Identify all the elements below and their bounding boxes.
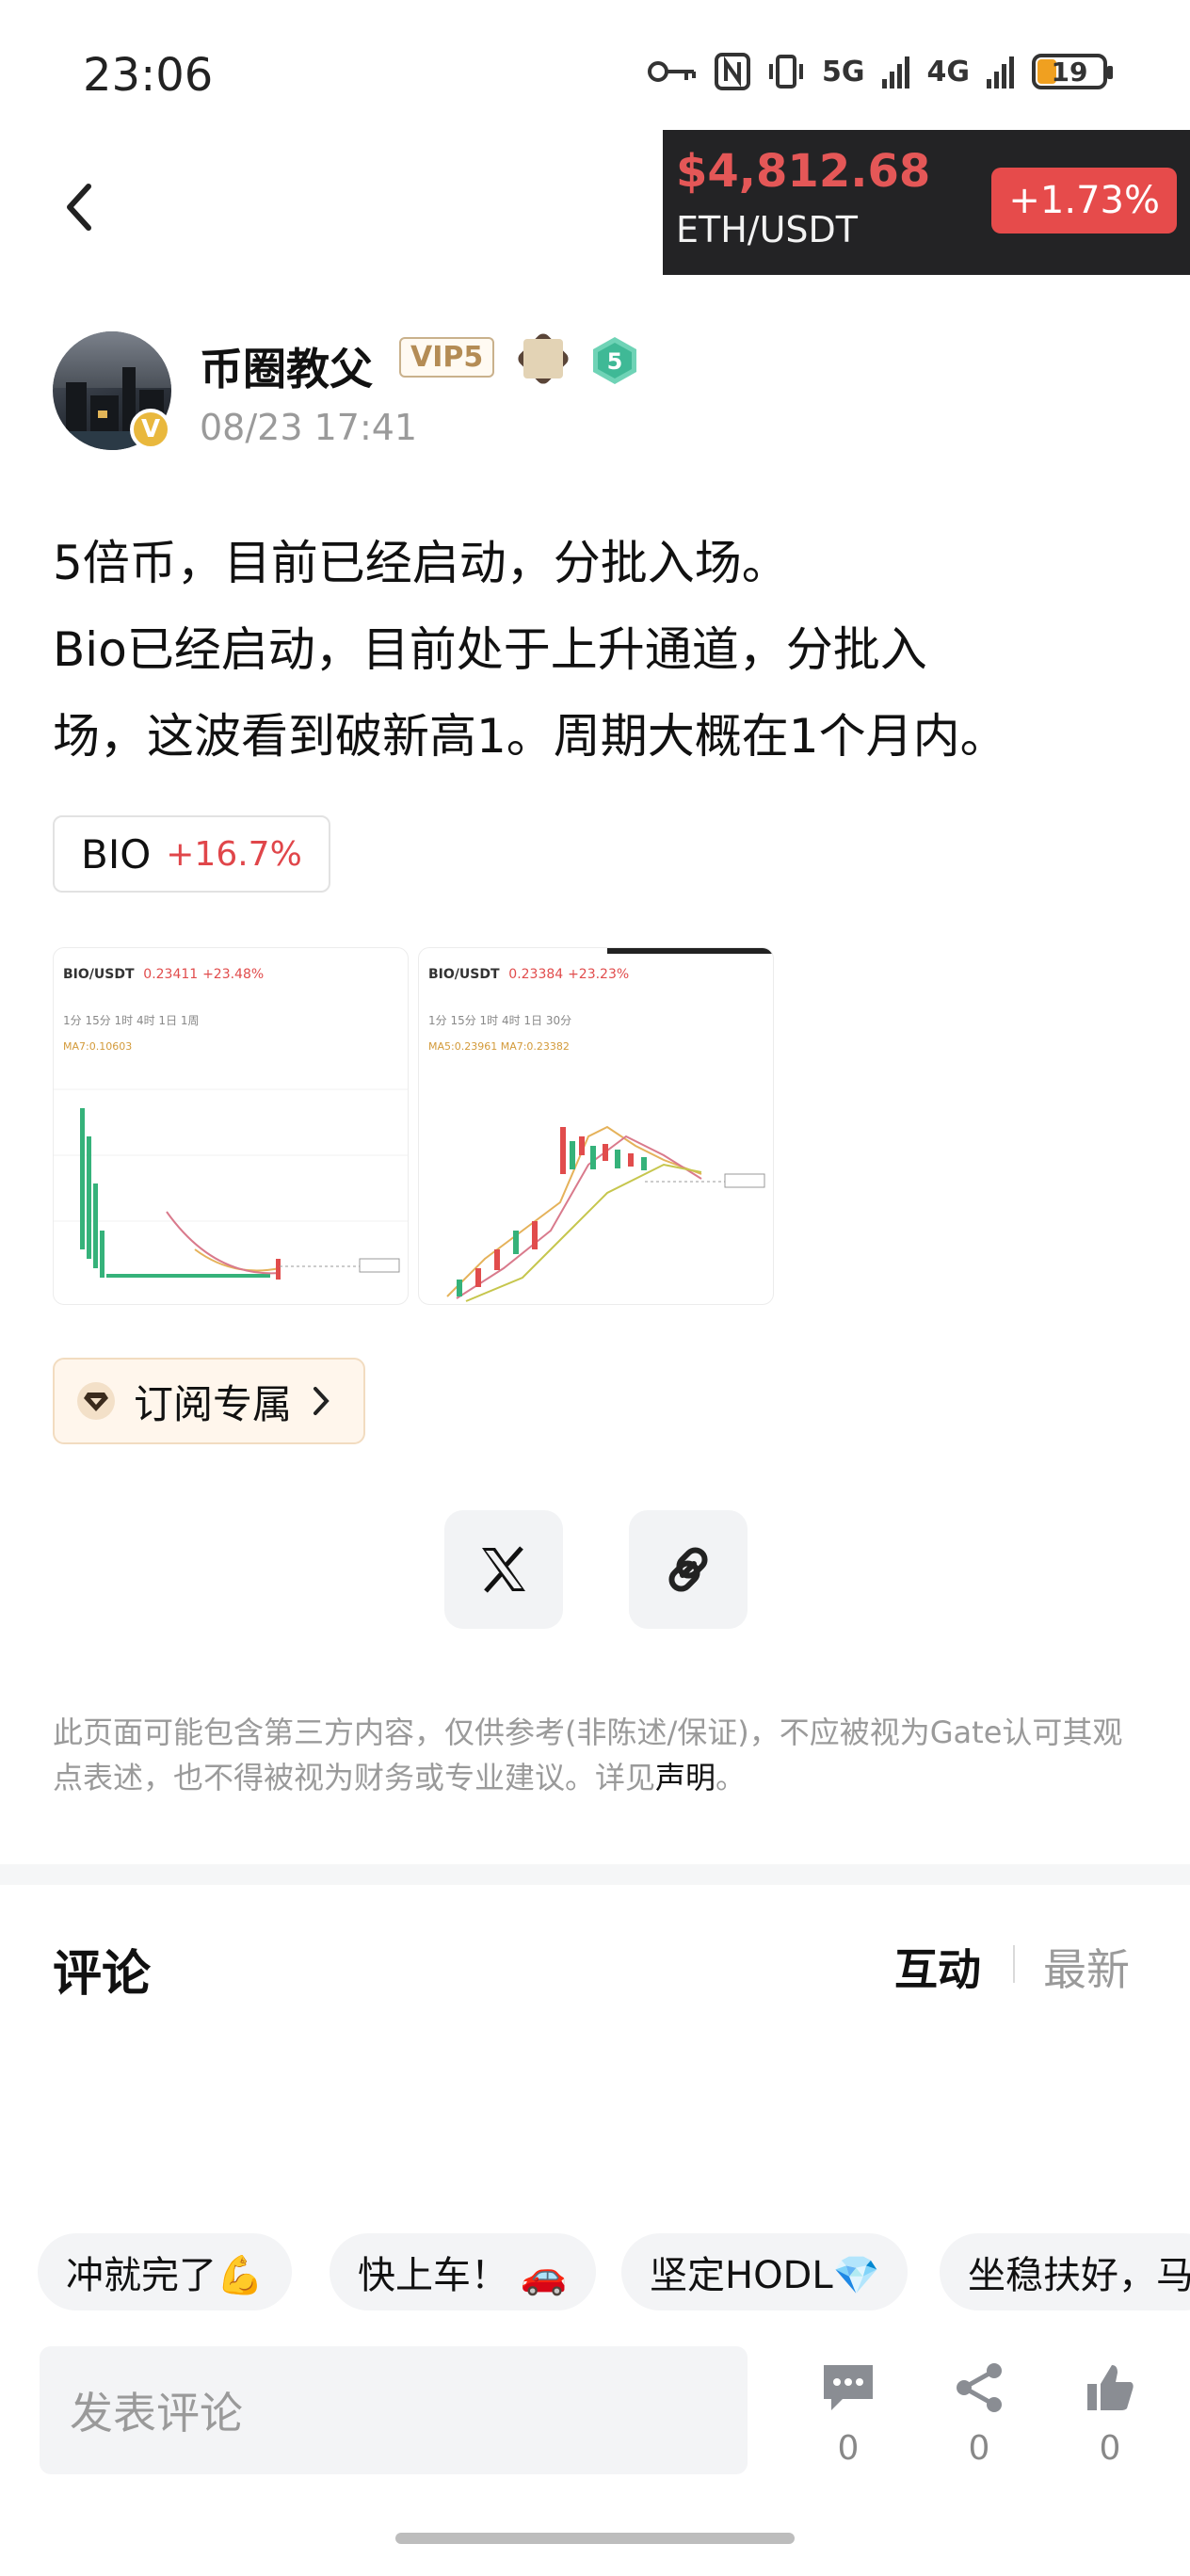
comment-action[interactable]: 0 [806,2361,891,2468]
battery-level: 19 [1051,56,1088,88]
key-icon [648,61,696,82]
thumbs-up-icon [1087,2365,1134,2410]
tab-interactive[interactable]: 互动 [894,1936,981,1998]
diamond-icon [77,1382,115,1420]
copy-link-button[interactable] [629,1510,748,1629]
level-number: 5 [607,348,623,375]
share-action[interactable]: 0 [937,2361,1021,2468]
coin-tag[interactable]: BIO +16.7% [53,815,330,893]
ticker-widget[interactable]: $4,812.68 ETH/USDT +1.73% [663,130,1190,275]
chevron-right-icon [314,1387,330,1415]
post-line-3: 场，这波看到破新高1。周期大概在1个月内。 [53,709,1007,764]
post-line-1: 5倍币，目前已经启动，分批入场。 [53,536,789,590]
back-arrow-icon[interactable] [56,179,104,235]
section-divider [0,1864,1190,1885]
quick-reply-chip[interactable]: 快上车！ 🚗 [330,2233,596,2310]
vibrate-icon [769,55,803,89]
signal-icon [881,56,909,89]
share-icon [957,2363,1002,2412]
quick-reply-chip[interactable]: 坐稳扶好，马 [940,2233,1190,2310]
comment-placeholder: 发表评论 [70,2388,243,2439]
comment-count: 0 [837,2429,860,2468]
verified-badge: V [130,409,171,450]
x-logo-icon [482,1546,525,1593]
post-time: 08/23 17:41 [200,407,418,448]
disclaimer-end: 。 [716,1760,747,1795]
link-icon [668,1547,708,1592]
disclaimer: 此页面可能包含第三方内容，仅供参考(非陈述/保证)，不应被视为Gate认可其观点… [53,1710,1145,1800]
subscribe-exclusive-button[interactable]: 订阅专属 [53,1358,365,1444]
share-count: 0 [968,2429,990,2468]
share-x-button[interactable] [444,1510,563,1629]
home-indicator[interactable] [395,2533,795,2544]
network-5g: 5G [822,55,865,89]
author-name[interactable]: 币圈教父 [200,335,373,397]
ticker-pair: ETH/USDT [676,209,859,250]
chart-image-1[interactable]: BIO/USDT 0.23411 +23.48% 1分 15分 1时 4时 1日… [53,947,409,1305]
ticker-price: $4,812.68 [676,145,931,198]
ticker-change-badge: +1.73% [991,168,1177,233]
disclaimer-link[interactable]: 声明 [655,1760,716,1795]
chart-thumb-2-drawing [446,948,773,1302]
like-action[interactable]: 0 [1068,2361,1152,2468]
quick-reply-chip[interactable]: 坚定HODL💎 [621,2233,909,2310]
coin-change: +16.7% [166,834,302,874]
tab-separator [1013,1945,1015,1983]
like-count: 0 [1099,2429,1121,2468]
chart-image-2[interactable]: BIO/USDT 0.23384 +23.23% 1分 15分 1时 4时 1日… [418,947,774,1305]
nfc-icon [715,53,750,90]
quick-reply-chip[interactable]: 冲就完了💪 [38,2233,292,2310]
disclaimer-text: 此页面可能包含第三方内容，仅供参考(非陈述/保证)，不应被视为Gate认可其观点… [53,1715,1123,1795]
comments-title: 评论 [53,1946,152,2003]
comment-icon [824,2365,873,2410]
battery-icon: 19 [1032,54,1113,89]
vip-badge: VIP5 [399,337,495,378]
post-line-2: Bio已经启动，目前处于上升通道，分批入 [53,622,927,677]
signal-icon-2 [987,56,1014,89]
level-badge-icon: 5 [593,337,636,384]
status-time: 23:06 [83,49,214,102]
network-4g: 4G [926,55,971,89]
comment-input[interactable]: 发表评论 [40,2346,748,2474]
post-content: 5倍币，目前已经启动，分批入场。 Bio已经启动，目前处于上升通道，分批入 场，… [53,520,1135,780]
status-icons: 5G 4G 19 [647,53,1113,90]
tab-latest[interactable]: 最新 [1043,1936,1130,1998]
coin-symbol: BIO [81,830,152,877]
subscribe-label: 订阅专属 [134,1380,293,1427]
chart-thumb-1-drawing [54,1088,408,1280]
